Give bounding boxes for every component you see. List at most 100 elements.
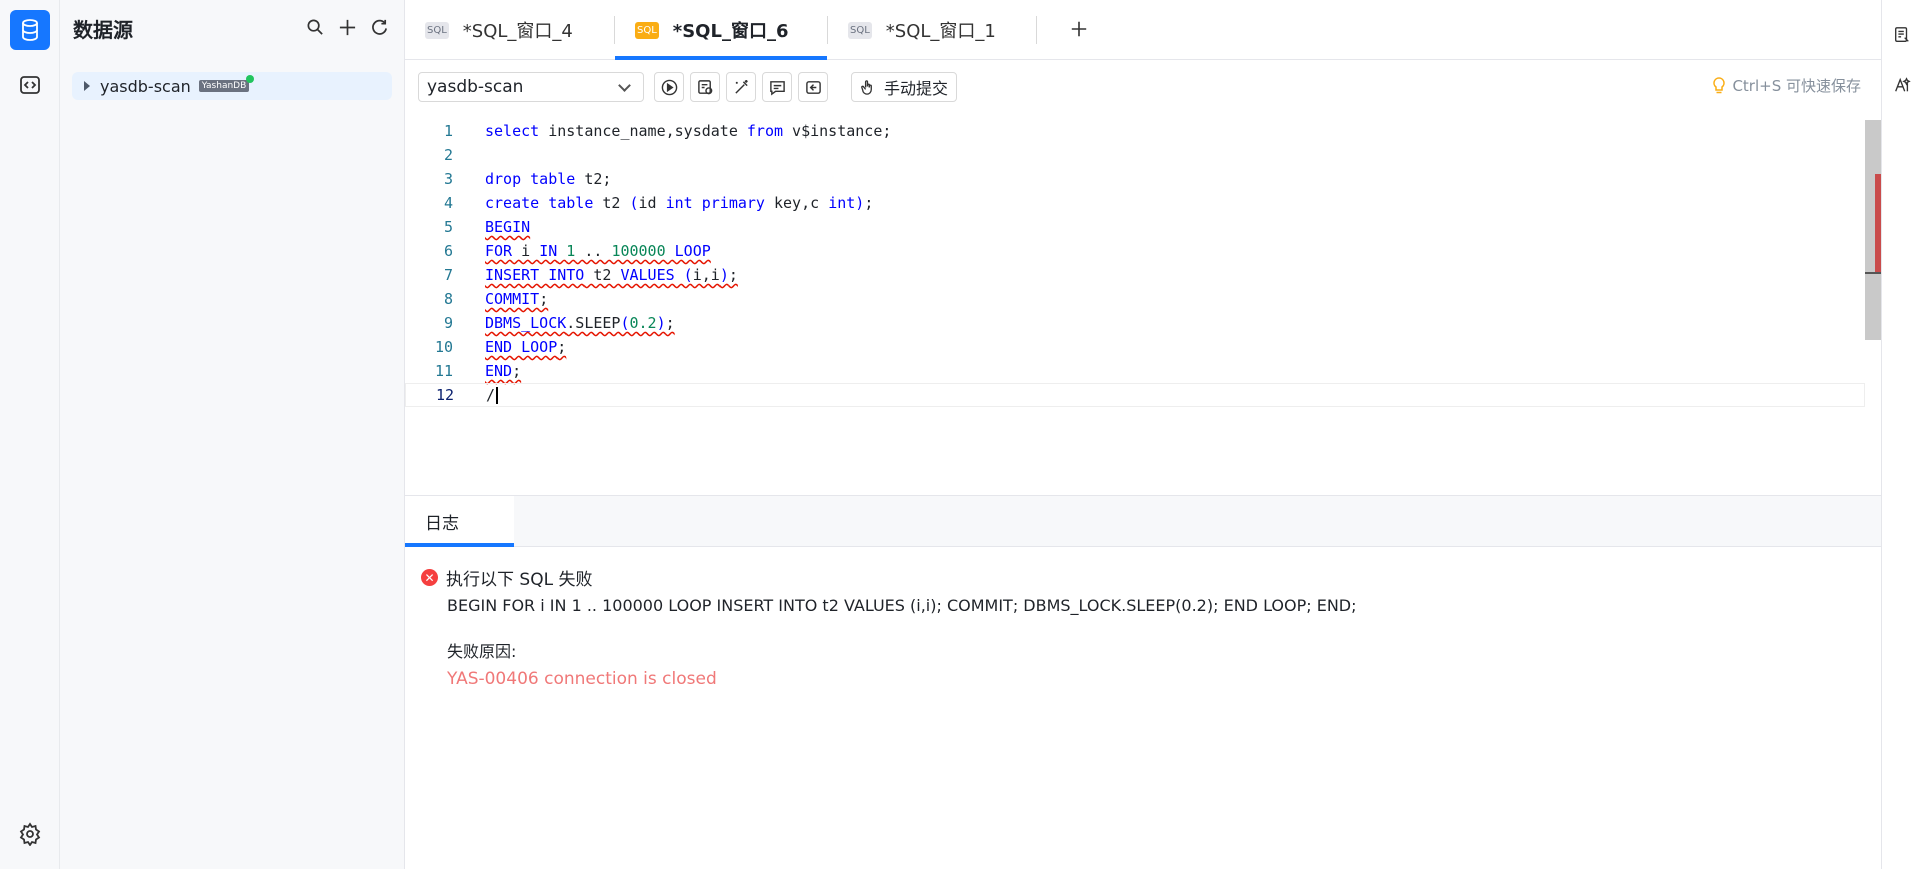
log-tab-label: 日志 bbox=[425, 514, 459, 534]
code-text: END; bbox=[485, 362, 522, 380]
format-button[interactable] bbox=[726, 72, 756, 102]
connection-select-value: yasdb-scan bbox=[427, 77, 524, 97]
sql-file-icon: SQL bbox=[635, 21, 659, 39]
code-text: FOR i IN 1 .. 100000 LOOP bbox=[485, 242, 711, 260]
hand-icon bbox=[856, 76, 878, 98]
code-line: 4 create table t2 (id int primary key,c … bbox=[405, 191, 1865, 215]
connection-select[interactable]: yasdb-scan bbox=[418, 72, 644, 102]
line-number: 7 bbox=[443, 266, 453, 284]
expand-arrow-icon[interactable] bbox=[84, 81, 90, 91]
code-text: select instance_name,sysdate from v$inst… bbox=[485, 122, 892, 140]
line-number: 9 bbox=[443, 314, 453, 332]
error-overview-marker bbox=[1875, 174, 1881, 272]
save-hint-text: Ctrl+S 可快速保存 bbox=[1732, 77, 1861, 95]
code-text: create table t2 (id int primary key,c in… bbox=[485, 194, 874, 212]
add-tab-button[interactable] bbox=[1064, 14, 1094, 44]
run-button[interactable] bbox=[654, 72, 684, 102]
line-number: 12 bbox=[435, 386, 454, 404]
log-status-text: 执行以下 SQL 失败 bbox=[446, 570, 593, 590]
datasource-title: 数据源 bbox=[73, 18, 133, 42]
code-text: BEGIN bbox=[485, 218, 531, 236]
line-number: 2 bbox=[443, 146, 453, 164]
tab-label: *SQL_窗口_4 bbox=[462, 21, 573, 42]
failed-sql-text: BEGIN FOR i IN 1 .. 100000 LOOP INSERT I… bbox=[447, 596, 1357, 615]
tree-item-datasource[interactable]: yasdb-scan YashanDB bbox=[72, 72, 392, 100]
tab-sql-window-1[interactable]: SQL *SQL_窗口_1 bbox=[828, 0, 1040, 60]
history-icon bbox=[805, 80, 821, 94]
datasource-name: yasdb-scan bbox=[100, 76, 191, 96]
code-line: 1 select instance_name,sysdate from v$in… bbox=[405, 119, 1865, 143]
sql-editor[interactable]: 1 select instance_name,sysdate from v$in… bbox=[405, 112, 1881, 495]
database-icon[interactable] bbox=[10, 10, 50, 50]
editor-tab-bar: SQL *SQL_窗口_4 SQL *SQL_窗口_6 SQL *SQL_窗口_… bbox=[405, 0, 1881, 60]
right-rail bbox=[1881, 0, 1920, 869]
db-type-badge: YashanDB bbox=[198, 75, 255, 92]
chevron-down-icon bbox=[618, 79, 631, 92]
code-text: / bbox=[486, 386, 499, 404]
code-line: 9 DBMS_LOCK.SLEEP(0.2); bbox=[405, 311, 1865, 335]
tab-divider bbox=[1036, 16, 1037, 44]
error-icon: ✕ bbox=[421, 569, 438, 586]
code-line: 2 bbox=[405, 143, 1865, 167]
line-number: 11 bbox=[434, 362, 453, 380]
editor-toolbar: yasdb-scan 手动提交 Ctrl+S 可快速保存 bbox=[405, 60, 1881, 112]
sql-file-icon: SQL bbox=[848, 21, 872, 39]
run-icon bbox=[661, 79, 677, 95]
history-button[interactable] bbox=[798, 72, 828, 102]
tab-sql-window-6[interactable]: SQL *SQL_窗口_6 bbox=[615, 0, 827, 60]
connection-status-dot bbox=[246, 75, 255, 83]
line-number: 1 bbox=[443, 122, 453, 140]
code-text: INSERT INTO t2 VALUES (i,i); bbox=[485, 266, 738, 284]
explain-icon bbox=[697, 79, 712, 94]
log-tab-bar: 日志 bbox=[405, 496, 1881, 547]
snippet-icon bbox=[769, 80, 785, 96]
code-text: COMMIT; bbox=[485, 290, 549, 308]
activity-bar bbox=[0, 0, 60, 869]
line-number: 8 bbox=[443, 290, 453, 308]
lightbulb-icon bbox=[1713, 76, 1726, 93]
sql-file-icon: SQL bbox=[425, 21, 449, 39]
failure-reason-label: 失败原因: bbox=[447, 642, 517, 661]
line-number: 5 bbox=[443, 218, 453, 236]
line-number: 10 bbox=[434, 338, 453, 356]
code-line: 6 FOR i IN 1 .. 100000 LOOP bbox=[405, 239, 1865, 263]
notes-icon[interactable] bbox=[1891, 24, 1913, 46]
code-text: drop table t2; bbox=[485, 170, 612, 188]
log-status: ✕ 执行以下 SQL 失败 bbox=[421, 565, 592, 590]
tab-log[interactable]: 日志 bbox=[405, 496, 514, 547]
line-number: 3 bbox=[443, 170, 453, 188]
plus-icon[interactable] bbox=[336, 16, 358, 38]
tab-label: *SQL_窗口_1 bbox=[885, 21, 996, 42]
line-number: 4 bbox=[443, 194, 453, 212]
code-line: 5 BEGIN bbox=[405, 215, 1865, 239]
plus-icon bbox=[1071, 21, 1087, 37]
manual-commit-button[interactable]: 手动提交 bbox=[851, 72, 958, 102]
line-number: 6 bbox=[443, 242, 453, 260]
tab-label: *SQL_窗口_6 bbox=[672, 21, 789, 42]
failure-reason-text: YAS-00406 connection is closed bbox=[447, 669, 717, 689]
settings-icon[interactable] bbox=[10, 814, 50, 854]
code-line: 8 COMMIT; bbox=[405, 287, 1865, 311]
explain-button[interactable] bbox=[690, 72, 720, 102]
code-line-current: 12 / bbox=[405, 383, 1865, 407]
code-line: 10 END LOOP; bbox=[405, 335, 1865, 359]
datasource-panel: 数据源 yasdb-scan YashanDB bbox=[60, 0, 405, 869]
code-line: 3 drop table t2; bbox=[405, 167, 1865, 191]
code-text: END LOOP; bbox=[485, 338, 567, 356]
commit-mode-label: 手动提交 bbox=[884, 79, 949, 98]
snippet-button[interactable] bbox=[762, 72, 792, 102]
search-icon[interactable] bbox=[304, 16, 326, 38]
code-line: 7 INSERT INTO t2 VALUES (i,i); bbox=[405, 263, 1865, 287]
ai-icon[interactable] bbox=[1891, 74, 1913, 96]
tab-sql-window-4[interactable]: SQL *SQL_窗口_4 bbox=[405, 0, 615, 60]
scroll-position-marker bbox=[1865, 272, 1881, 274]
datasource-toolbar bbox=[304, 16, 390, 38]
text-cursor bbox=[496, 387, 499, 404]
log-panel: 日志 ✕ 执行以下 SQL 失败 BEGIN FOR i IN 1 .. 100… bbox=[405, 495, 1881, 869]
save-hint: Ctrl+S 可快速保存 bbox=[1711, 75, 1861, 96]
code-text: DBMS_LOCK.SLEEP(0.2); bbox=[485, 314, 675, 332]
code-line: 11 END; bbox=[405, 359, 1865, 383]
format-icon bbox=[734, 79, 748, 94]
refresh-icon[interactable] bbox=[368, 16, 390, 38]
code-icon[interactable] bbox=[10, 65, 50, 105]
